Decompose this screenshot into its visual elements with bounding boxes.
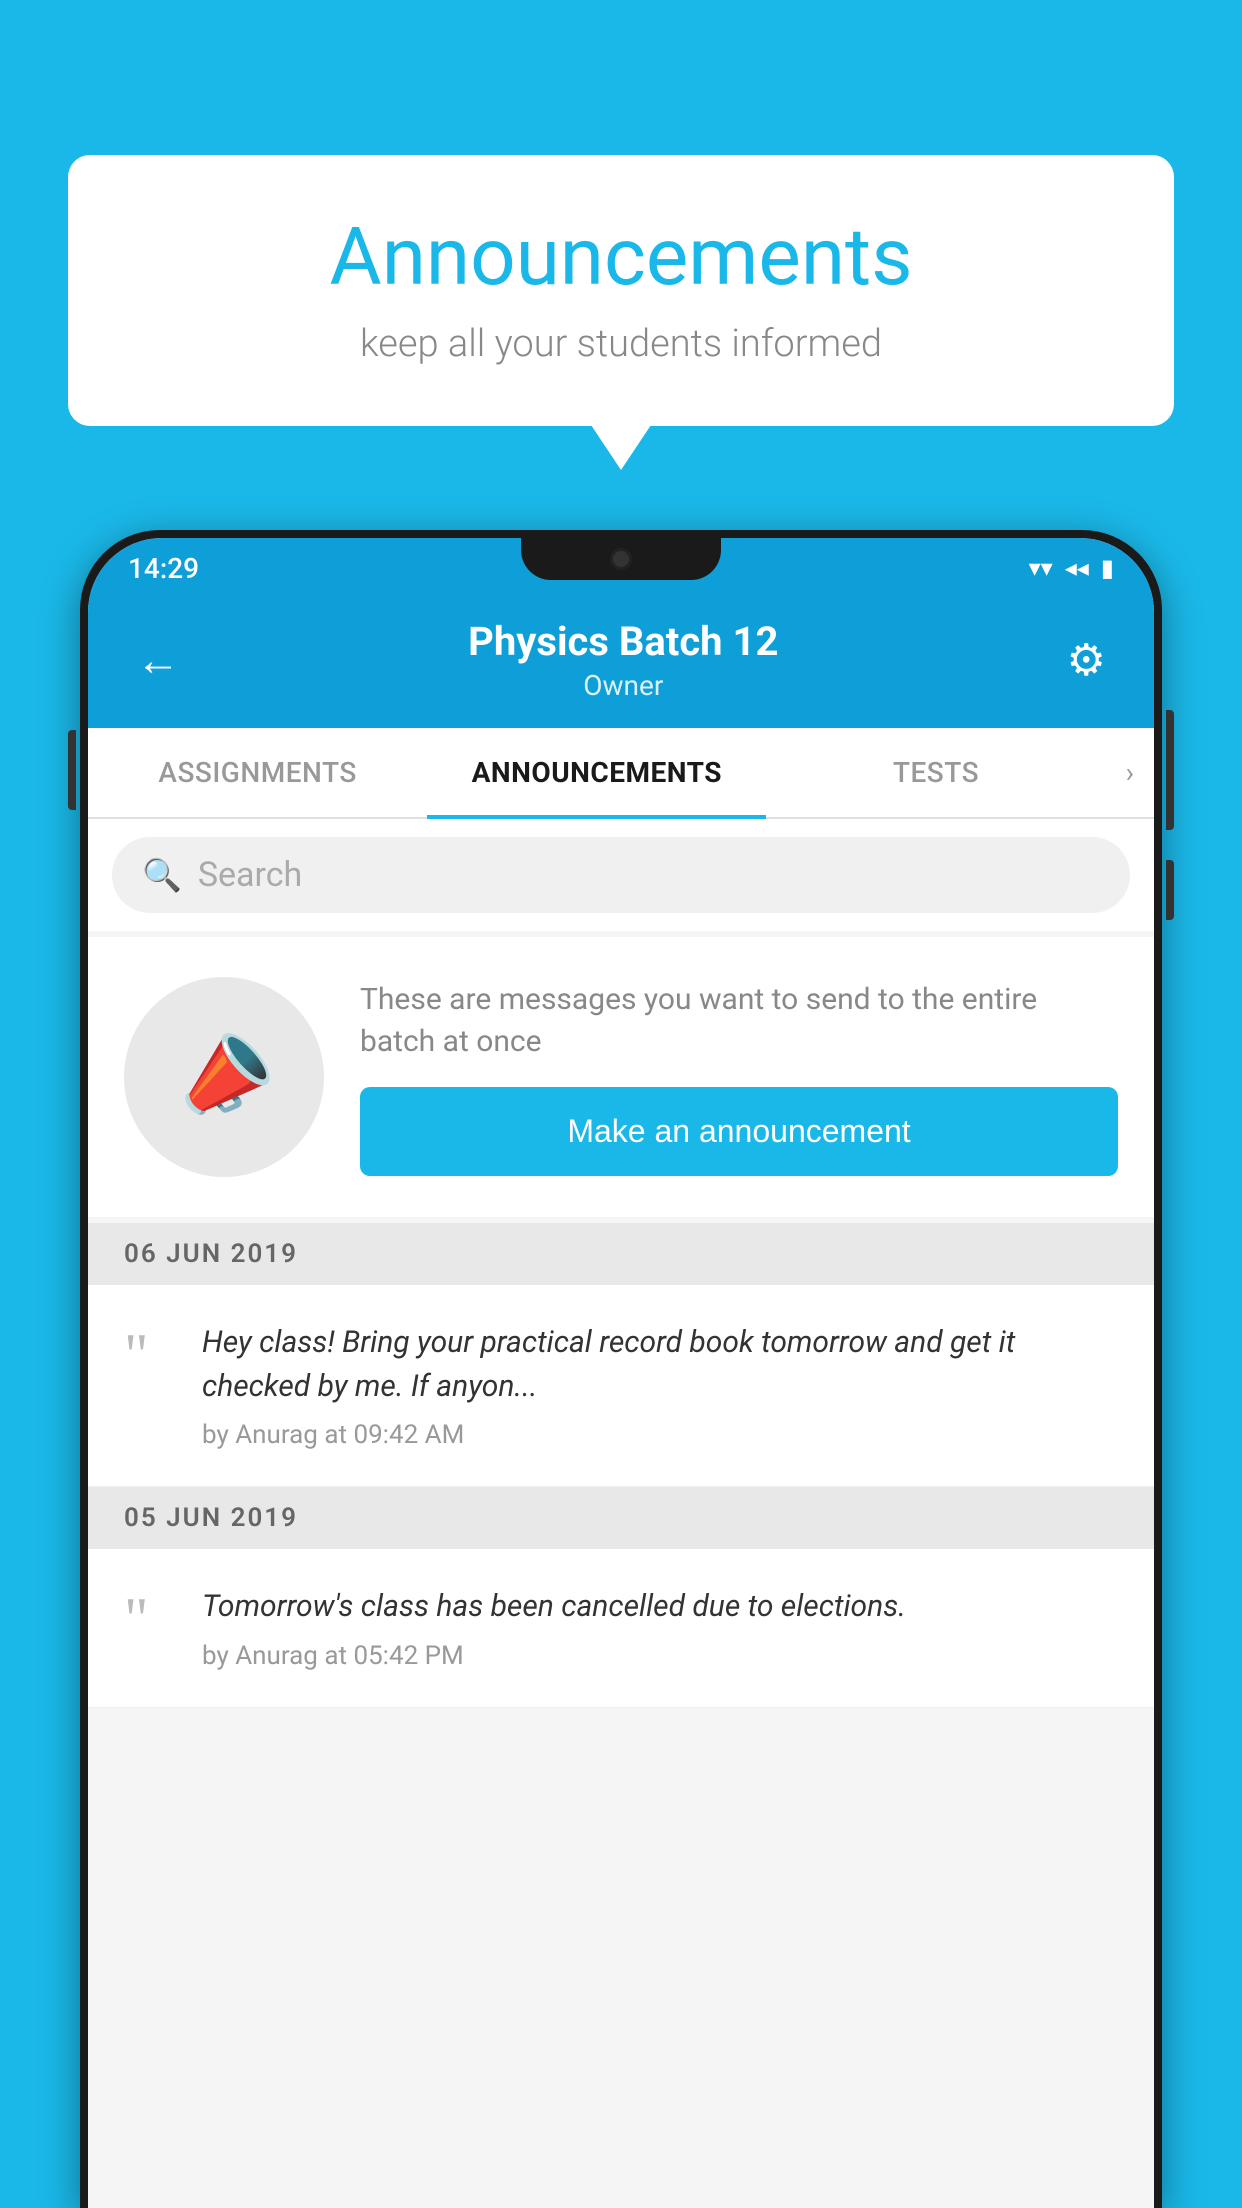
header-subtitle: Owner (188, 669, 1059, 702)
date-separator-1: 06 JUN 2019 (88, 1223, 1154, 1285)
announcement-icon-circle: 📣 (124, 977, 324, 1177)
volume-button-left (68, 730, 76, 810)
bubble-title: Announcements (128, 210, 1114, 304)
announcement-description: These are messages you want to send to t… (360, 979, 1118, 1063)
announcement-meta-2: by Anurag at 05:42 PM (202, 1641, 1118, 1671)
search-icon: 🔍 (142, 856, 182, 894)
phone-notch (521, 538, 721, 580)
date-separator-2: 05 JUN 2019 (88, 1487, 1154, 1549)
header-center: Physics Batch 12 Owner (188, 618, 1059, 702)
tab-more[interactable]: › (1106, 728, 1154, 817)
make-announcement-button[interactable]: Make an announcement (360, 1087, 1118, 1176)
bubble-subtitle: keep all your students informed (128, 322, 1114, 366)
tab-assignments[interactable]: ASSIGNMENTS (88, 728, 427, 817)
volume-button-right2 (1166, 860, 1174, 920)
date-label-1: 06 JUN 2019 (124, 1239, 298, 1269)
wifi-icon: ▾▾ (1029, 554, 1053, 582)
phone-screen: 14:29 ▾▾ ◂◂ ▮ ← Physics Batch 12 Owner ⚙… (88, 538, 1154, 2208)
status-icons: ▾▾ ◂◂ ▮ (1029, 554, 1114, 582)
announcement-prompt-right: These are messages you want to send to t… (360, 979, 1118, 1176)
announcement-content-2: Tomorrow's class has been cancelled due … (202, 1585, 1118, 1671)
back-button[interactable]: ← (128, 626, 188, 694)
announcement-item-2[interactable]: " Tomorrow's class has been cancelled du… (88, 1549, 1154, 1708)
app-header: ← Physics Batch 12 Owner ⚙ (88, 598, 1154, 728)
announcement-meta-1: by Anurag at 09:42 AM (202, 1420, 1118, 1450)
status-time: 14:29 (128, 552, 199, 585)
search-container: 🔍 Search (88, 819, 1154, 931)
announcement-content-1: Hey class! Bring your practical record b… (202, 1321, 1118, 1450)
battery-icon: ▮ (1101, 554, 1114, 582)
header-title: Physics Batch 12 (188, 618, 1059, 665)
megaphone-icon: 📣 (161, 1016, 287, 1138)
speech-bubble: Announcements keep all your students inf… (68, 155, 1174, 426)
quote-icon-1: " (124, 1325, 174, 1450)
speech-bubble-section: Announcements keep all your students inf… (68, 155, 1174, 426)
search-placeholder: Search (198, 855, 302, 895)
tabs-bar: ASSIGNMENTS ANNOUNCEMENTS TESTS › (88, 728, 1154, 819)
announcement-item-1[interactable]: " Hey class! Bring your practical record… (88, 1285, 1154, 1487)
power-button-right (1166, 710, 1174, 830)
announcement-text-1: Hey class! Bring your practical record b… (202, 1321, 1118, 1408)
search-bar[interactable]: 🔍 Search (112, 837, 1130, 913)
signal-icon: ◂◂ (1065, 554, 1089, 582)
announcement-prompt-card: 📣 These are messages you want to send to… (88, 937, 1154, 1217)
tab-tests[interactable]: TESTS (766, 728, 1105, 817)
content-area: 🔍 Search 📣 These are messages you want t… (88, 819, 1154, 2208)
phone-frame: 14:29 ▾▾ ◂◂ ▮ ← Physics Batch 12 Owner ⚙… (80, 530, 1162, 2208)
quote-icon-2: " (124, 1589, 174, 1671)
settings-button[interactable]: ⚙ (1059, 626, 1114, 694)
date-label-2: 05 JUN 2019 (124, 1503, 298, 1533)
front-camera (610, 548, 632, 570)
tab-announcements[interactable]: ANNOUNCEMENTS (427, 728, 766, 817)
announcement-text-2: Tomorrow's class has been cancelled due … (202, 1585, 1118, 1629)
